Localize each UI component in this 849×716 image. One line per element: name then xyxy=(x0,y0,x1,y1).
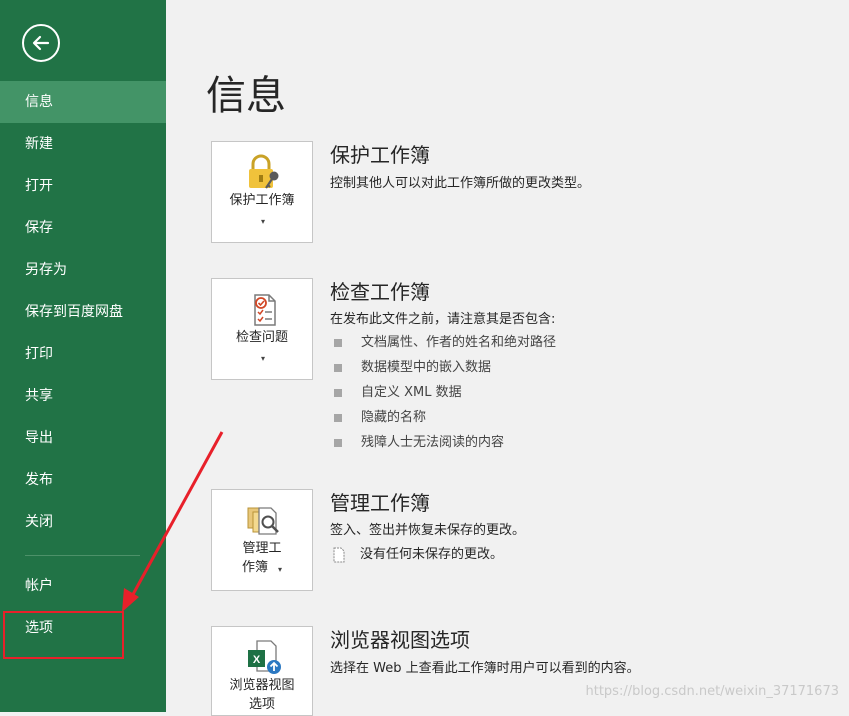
lock-key-icon xyxy=(249,154,279,189)
back-arrow-icon xyxy=(32,35,50,51)
nav-item-save-to-baidu[interactable]: 保存到百度网盘 xyxy=(0,291,166,333)
nav-item-publish[interactable]: 发布 xyxy=(0,459,166,501)
browser-view-options-button[interactable]: X 浏览器视图 选项 xyxy=(211,626,313,716)
nav-item-account[interactable]: 帐户 xyxy=(0,565,166,607)
nav-item-export[interactable]: 导出 xyxy=(0,417,166,459)
browser-view-options-label-line1: 浏览器视图 xyxy=(229,678,295,693)
bullet-icon xyxy=(334,389,342,397)
inspect-document-icon xyxy=(254,294,276,326)
bullet-icon xyxy=(334,439,342,447)
manage-workbook-title: 管理工作簿 xyxy=(330,491,430,515)
protect-workbook-label: 保护工作簿 xyxy=(229,193,295,208)
nav-item-open[interactable]: 打开 xyxy=(0,165,166,207)
chevron-down-icon: ▾ xyxy=(260,354,265,363)
nav-item-save[interactable]: 保存 xyxy=(0,207,166,249)
bullet-icon xyxy=(334,364,342,372)
nav-item-share[interactable]: 共享 xyxy=(0,375,166,417)
unsaved-changes-note: 没有任何未保存的更改。 xyxy=(360,547,504,562)
inspect-workbook-title: 检查工作簿 xyxy=(330,280,430,304)
nav-item-new[interactable]: 新建 xyxy=(0,123,166,165)
manage-workbook-button[interactable]: 管理工 作簿 ▾ xyxy=(211,489,313,591)
bullet-icon xyxy=(334,339,342,347)
protect-workbook-title: 保护工作簿 xyxy=(330,143,430,167)
nav-item-save-as[interactable]: 另存为 xyxy=(0,249,166,291)
manage-workbook-label-line1: 管理工 xyxy=(242,541,282,556)
inspect-workbook-desc: 在发布此文件之前，请注意其是否包含: xyxy=(330,312,556,327)
options-highlight-box xyxy=(3,611,124,659)
page-title: 信息 xyxy=(206,73,286,119)
excel-browser-icon: X xyxy=(248,640,281,674)
info-pane: 信息 保护工作簿 ▾ 保护工作簿 控制其他人可以对此工作簿所做的更改类型。 检查… xyxy=(166,0,849,716)
browser-view-options-label-line2: 选项 xyxy=(248,697,275,712)
bullet-icon xyxy=(334,414,342,422)
nav-divider xyxy=(25,555,140,556)
nav-item-close[interactable]: 关闭 xyxy=(0,501,166,543)
chevron-down-icon: ▾ xyxy=(277,565,282,574)
protect-workbook-desc: 控制其他人可以对此工作簿所做的更改类型。 xyxy=(330,176,591,191)
browser-view-options-desc: 选择在 Web 上查看此工作簿时用户可以看到的内容。 xyxy=(330,661,640,676)
chevron-down-icon: ▾ xyxy=(260,217,265,226)
back-button[interactable] xyxy=(22,24,60,62)
manage-workbook-label-line2: 作簿 xyxy=(241,560,268,575)
backstage-sidebar: 信息 新建 打开 保存 另存为 保存到百度网盘 打印 共享 导出 发布 关闭 帐… xyxy=(0,0,166,712)
watermark: https://blog.csdn.net/weixin_37171673 xyxy=(585,684,839,699)
manage-workbook-desc: 签入、签出并恢复未保存的更改。 xyxy=(330,523,526,538)
check-issues-label: 检查问题 xyxy=(235,330,288,345)
nav-item-info[interactable]: 信息 xyxy=(0,81,166,123)
manage-workbook-icon xyxy=(247,507,279,535)
check-issues-button[interactable]: 检查问题 ▾ xyxy=(211,278,313,380)
svg-text:X: X xyxy=(253,654,261,666)
nav-item-print[interactable]: 打印 xyxy=(0,333,166,375)
browser-view-options-title: 浏览器视图选项 xyxy=(330,628,470,652)
protect-workbook-button[interactable]: 保护工作簿 ▾ xyxy=(211,141,313,243)
unsaved-doc-icon xyxy=(333,547,345,563)
